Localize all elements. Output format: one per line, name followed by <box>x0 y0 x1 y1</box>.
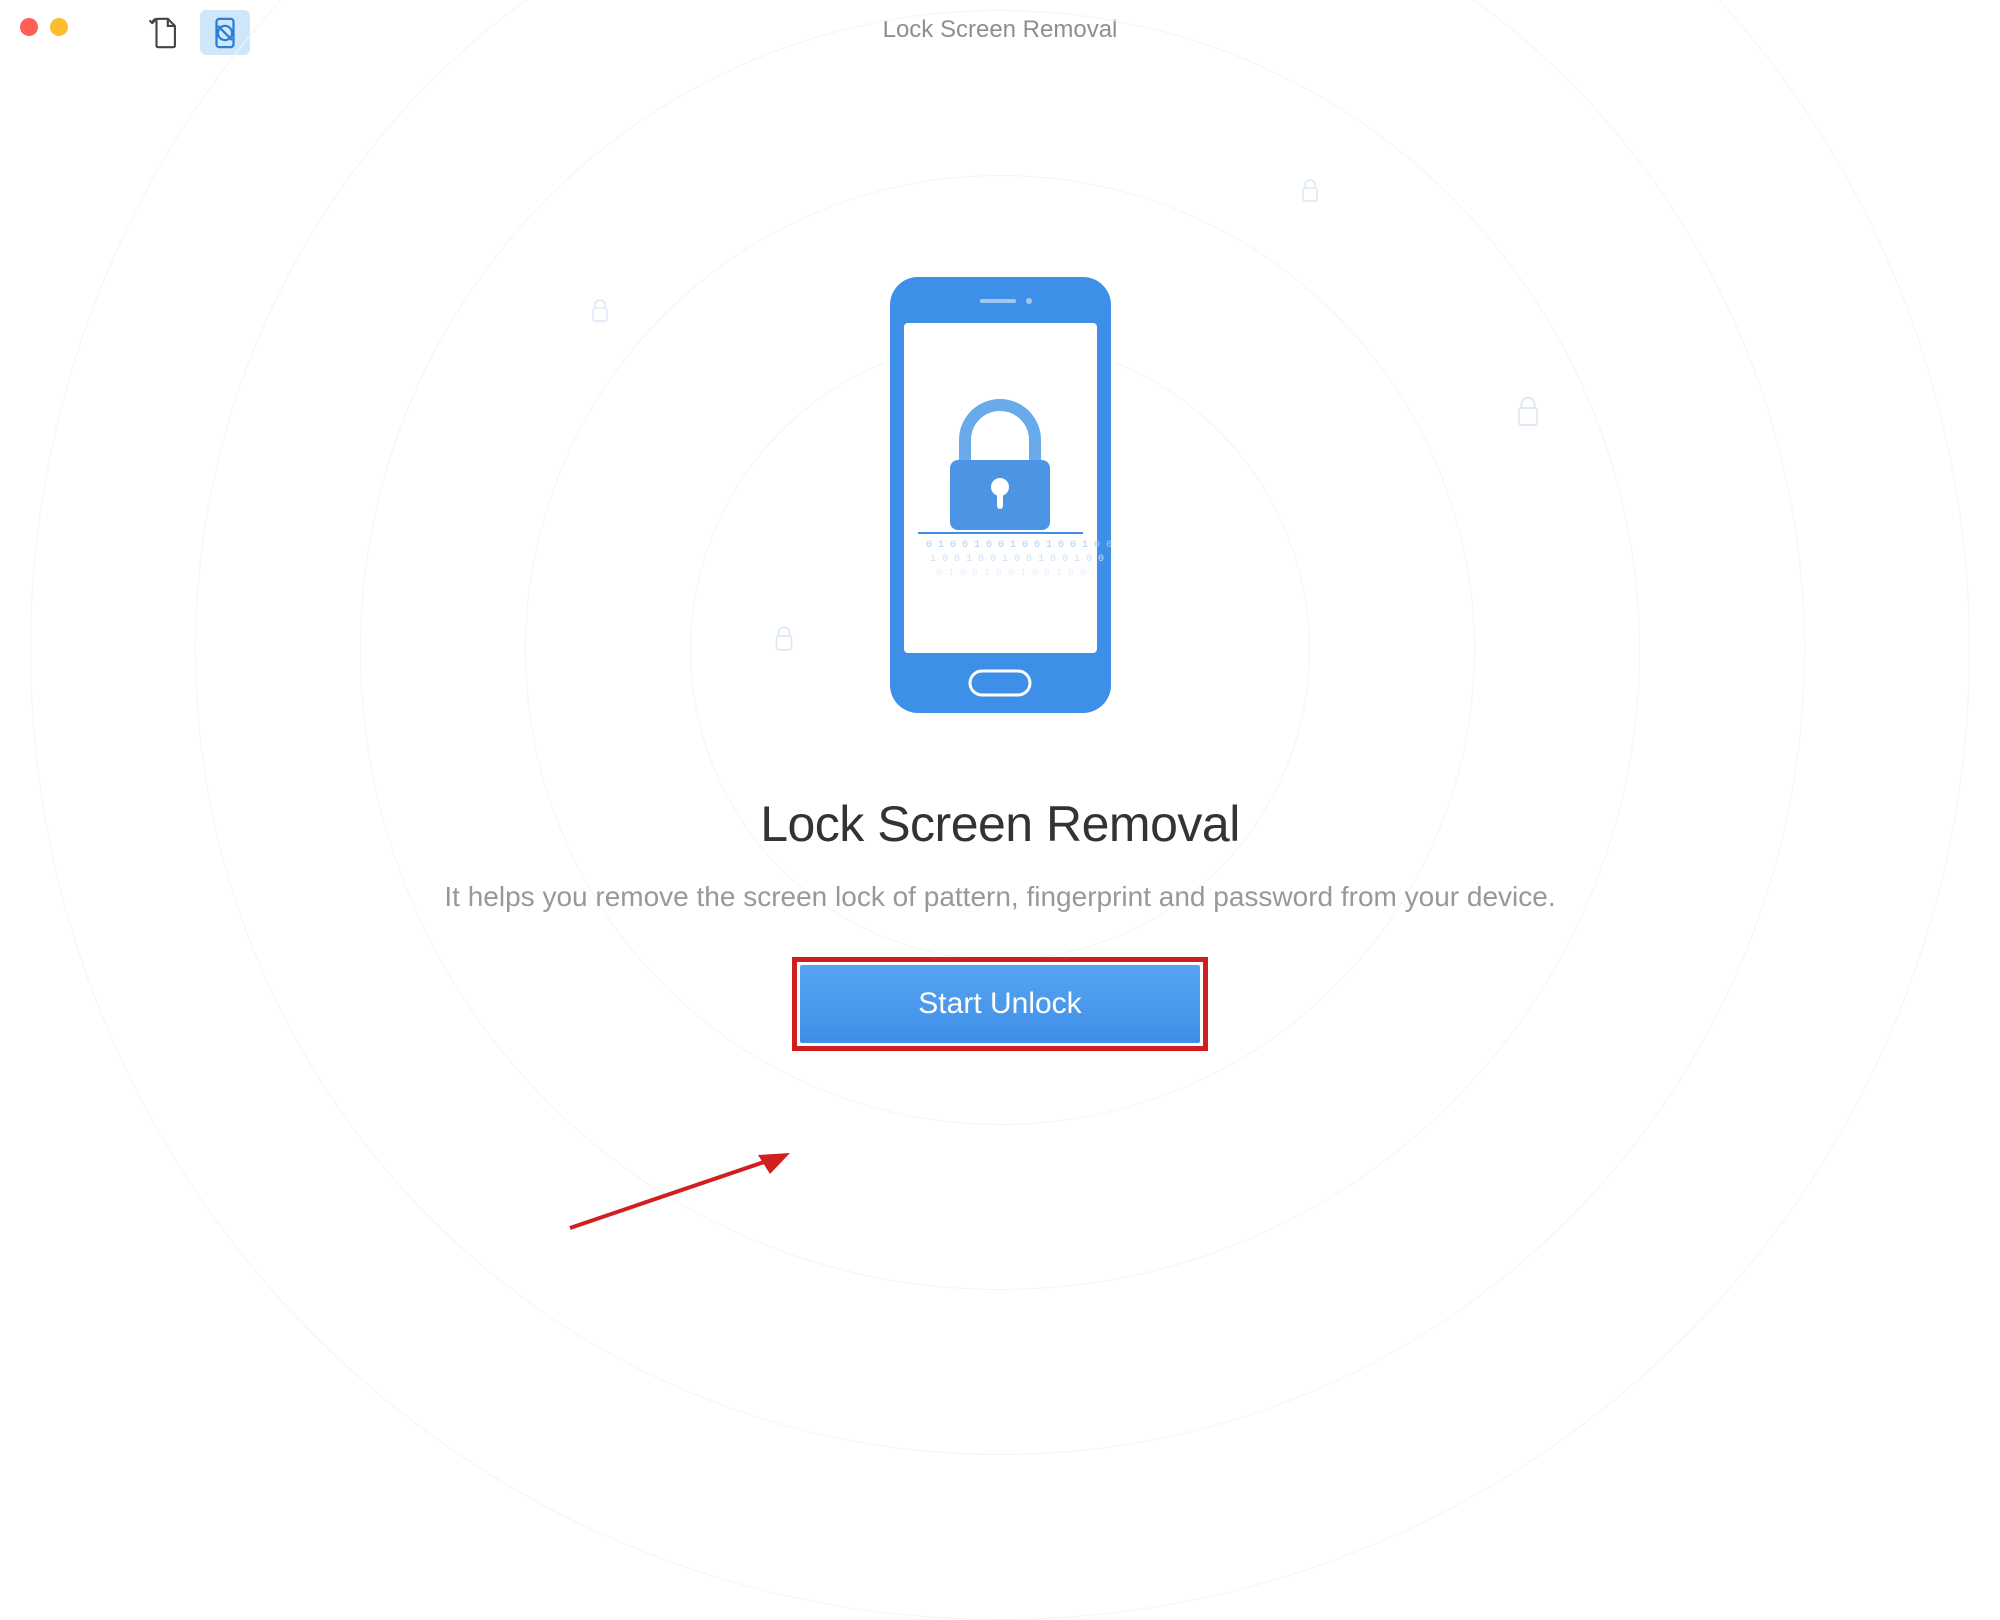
main-content: 0 1 0 0 1 0 0 1 0 0 1 0 0 1 0 0 1 0 0 1 … <box>0 60 2000 1240</box>
svg-text:0 1 0 0 1 0 0 1 0 0 1 0 0 1 0: 0 1 0 0 1 0 0 1 0 0 1 0 0 1 0 0 <box>926 540 1112 551</box>
unlock-tab[interactable] <box>200 10 250 55</box>
window-minimize-button[interactable] <box>50 18 68 36</box>
phone-illustration: 0 1 0 0 1 0 0 1 0 0 1 0 0 1 0 0 1 0 0 1 … <box>888 275 1113 715</box>
start-unlock-button-label: Start Unlock <box>918 987 1081 1020</box>
window-title: Lock Screen Removal <box>883 16 1118 44</box>
titlebar: Lock Screen Removal <box>0 0 2000 60</box>
annotation-arrow <box>560 1148 800 1238</box>
start-unlock-button[interactable]: Start Unlock <box>800 965 1200 1043</box>
svg-text:1 0 0 1 0 0 1 0 0 1 0 0 1 0 0: 1 0 0 1 0 0 1 0 0 1 0 0 1 0 0 <box>930 554 1104 565</box>
page-heading: Lock Screen Removal <box>760 795 1240 853</box>
unlock-phone-icon <box>208 16 242 50</box>
restore-document-icon <box>148 16 182 50</box>
decorative-lock-icon <box>1515 395 1541 434</box>
window-close-button[interactable] <box>20 18 38 36</box>
page-description: It helps you remove the screen lock of p… <box>444 881 1555 913</box>
restore-tab[interactable] <box>140 10 190 55</box>
svg-text:0 1 0 0 1 0 0 1 0 0 1 0 0: 0 1 0 0 1 0 0 1 0 0 1 0 0 <box>936 568 1086 579</box>
